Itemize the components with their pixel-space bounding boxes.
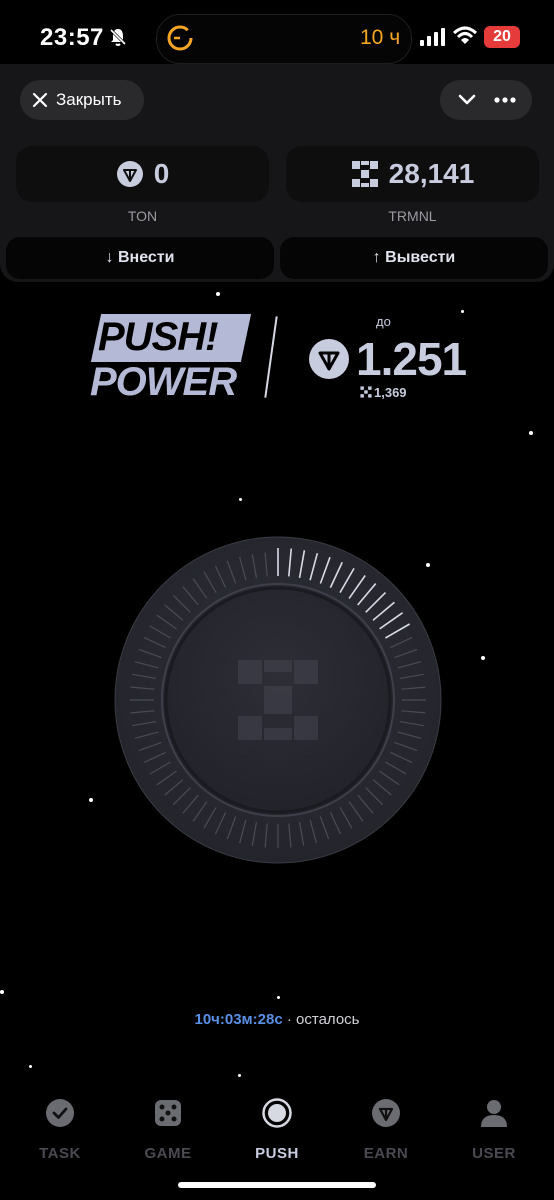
chevron-down-icon[interactable] bbox=[457, 93, 477, 107]
nav-user-label: USER bbox=[472, 1145, 516, 1162]
trmnl-icon bbox=[351, 161, 378, 187]
nav-earn[interactable]: EARN bbox=[338, 1098, 434, 1162]
trmnl-balance-card: 28,141 bbox=[286, 146, 539, 202]
prize-value: 1.251 bbox=[356, 333, 467, 385]
countdown-suffix: · осталось bbox=[286, 1011, 360, 1028]
push-dial[interactable] bbox=[114, 536, 442, 864]
ton-icon bbox=[309, 339, 349, 379]
trmnl-icon bbox=[360, 386, 372, 398]
star bbox=[461, 310, 464, 313]
prize-sub-value: 1,369 bbox=[374, 385, 407, 400]
home-indicator[interactable] bbox=[178, 1182, 376, 1188]
push-circle-icon bbox=[262, 1098, 292, 1128]
menu-button[interactable] bbox=[440, 80, 532, 120]
nav-task-label: TASK bbox=[39, 1145, 81, 1162]
withdraw-button[interactable]: ↑ Вывести bbox=[280, 237, 548, 279]
more-icon[interactable] bbox=[493, 97, 516, 103]
dice-icon bbox=[155, 1100, 181, 1126]
ton-icon bbox=[116, 161, 143, 187]
status-time: 23:57 bbox=[40, 24, 104, 51]
nav-task[interactable]: TASK bbox=[12, 1098, 108, 1162]
star bbox=[89, 798, 93, 802]
countdown-value: 10ч:03м:28с bbox=[194, 1011, 283, 1028]
nav-earn-label: EARN bbox=[363, 1145, 409, 1162]
star bbox=[216, 292, 220, 296]
push-logo-line1: PUSH! bbox=[98, 315, 218, 359]
nav-game-label: GAME bbox=[144, 1145, 192, 1162]
nav-push[interactable]: PUSH bbox=[229, 1098, 325, 1162]
star bbox=[238, 1074, 241, 1077]
ton-balance-label: TON bbox=[127, 208, 158, 224]
nav-game[interactable]: GAME bbox=[120, 1098, 216, 1162]
trmnl-balance-value: 28,141 bbox=[388, 158, 475, 189]
star bbox=[481, 656, 485, 660]
user-icon bbox=[481, 1100, 507, 1127]
nav-push-label: PUSH bbox=[255, 1145, 299, 1162]
nav-user[interactable]: USER bbox=[446, 1098, 542, 1162]
bell-slash-icon bbox=[109, 28, 127, 46]
island-text: 10 ч bbox=[360, 26, 401, 49]
deposit-button[interactable]: ↓ Внести bbox=[6, 237, 274, 279]
promo-divider bbox=[264, 316, 278, 398]
star bbox=[29, 1065, 32, 1068]
wifi-icon bbox=[452, 26, 478, 44]
close-label: Закрыть bbox=[56, 90, 122, 109]
push-logo-line2: POWER bbox=[90, 360, 237, 404]
ton-balance-value: 0 bbox=[153, 158, 170, 189]
countdown: 10ч:03м:28с · осталось bbox=[0, 1011, 554, 1028]
star bbox=[529, 431, 533, 435]
close-icon bbox=[32, 92, 48, 108]
trmnl-balance-label: TRMNL bbox=[388, 208, 437, 224]
check-circle-icon bbox=[46, 1099, 74, 1127]
star bbox=[277, 996, 280, 999]
battery-icon: 20 bbox=[484, 26, 520, 48]
star bbox=[0, 990, 4, 994]
star bbox=[239, 498, 242, 501]
timer-icon bbox=[167, 25, 193, 51]
ton-balance-card: 0 bbox=[16, 146, 269, 202]
ton-icon bbox=[372, 1099, 400, 1127]
signal-icon bbox=[420, 28, 445, 46]
prize-upto: до bbox=[376, 314, 391, 329]
close-button[interactable]: Закрыть bbox=[20, 80, 144, 120]
